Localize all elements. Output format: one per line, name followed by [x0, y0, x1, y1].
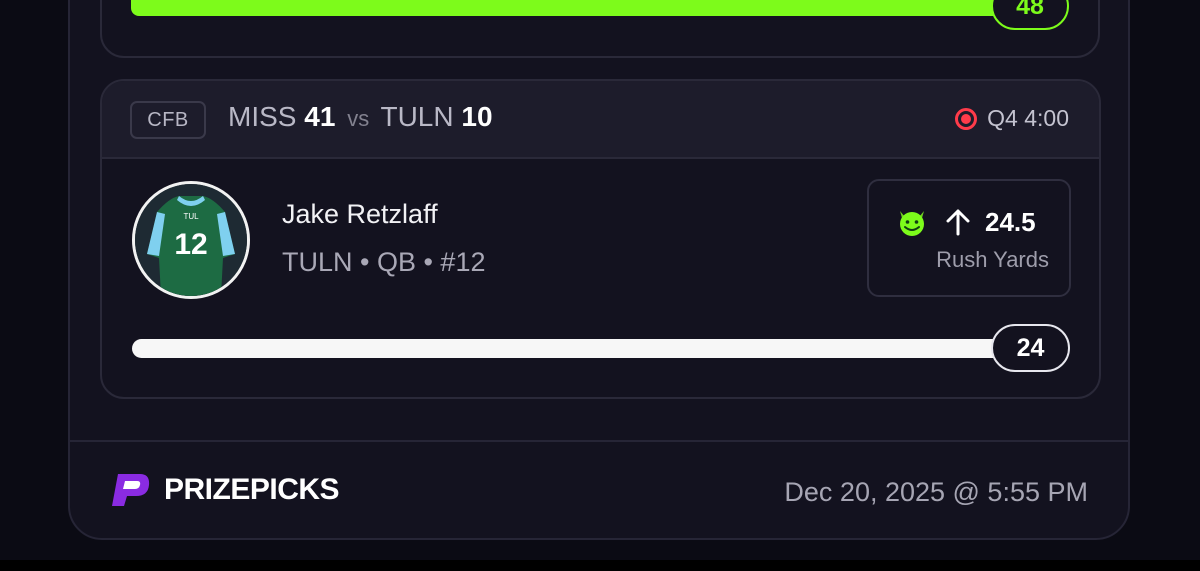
- footer-divider: [70, 440, 1128, 442]
- projection-value: 24.5: [985, 206, 1036, 237]
- projection-box[interactable]: 24.5 Rush Yards: [867, 179, 1071, 297]
- projection-line: 24.5: [895, 205, 1036, 239]
- demon-icon: [900, 211, 924, 236]
- timestamp: Dec 20, 2025 @ 5:55 PM: [784, 477, 1088, 507]
- player-jersey-icon: TUL 12: [135, 184, 247, 296]
- brand: PRIZEPICKS: [110, 470, 340, 510]
- player-avatar: TUL 12: [132, 181, 250, 299]
- vs-label: vs: [347, 106, 370, 131]
- game-header: CFB MISS 41 vs TULN 10 Q4 4:00: [102, 81, 1099, 159]
- stat-progress-bar: [132, 339, 1004, 358]
- home-team: TULN: [380, 101, 454, 132]
- live-indicator-icon: [955, 107, 978, 130]
- away-team: MISS: [228, 101, 297, 132]
- league-badge: CFB: [130, 101, 206, 139]
- screen-bottom-edge: [0, 560, 1200, 571]
- player-meta: TULN • QB • #12: [282, 247, 486, 277]
- svg-text:TUL: TUL: [183, 212, 199, 221]
- prizepicks-logo-icon: [112, 474, 150, 506]
- brand-name: PRIZEPICKS: [164, 473, 340, 506]
- away-score: 41: [304, 101, 336, 132]
- home-score: 10: [461, 101, 493, 132]
- svg-text:12: 12: [174, 228, 207, 261]
- projection-stat: Rush Yards: [936, 247, 1049, 272]
- game-clock: Q4 4:00: [987, 105, 1069, 131]
- pick-card[interactable]: CFB MISS 41 vs TULN 10 Q4 4:00 TUL 12 Ja…: [100, 79, 1101, 399]
- game-status: Q4 4:00: [955, 105, 1069, 132]
- game-matchup: MISS 41 vs TULN 10: [228, 101, 493, 133]
- arrow-up-icon: [946, 209, 970, 236]
- previous-progress-bar: [131, 0, 1001, 16]
- stat-progress-value: 24: [991, 324, 1070, 372]
- previous-progress-value: 48: [991, 0, 1069, 30]
- player-name: Jake Retzlaff: [282, 199, 438, 229]
